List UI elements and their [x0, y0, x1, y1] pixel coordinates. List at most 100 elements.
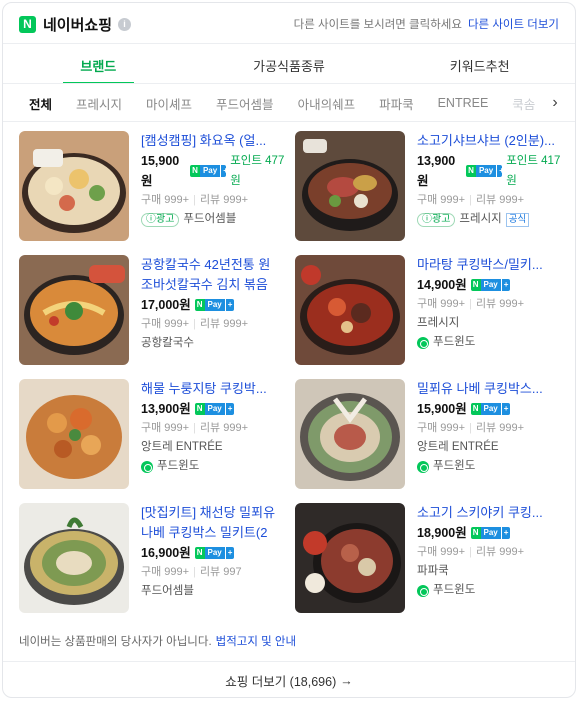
- filter-papacook[interactable]: 파파쿡: [379, 94, 414, 113]
- product-price: 13,900원 N Pay +: [141, 399, 289, 419]
- seller-name[interactable]: 앙트레 ENTRÉE: [141, 438, 223, 457]
- seller-name[interactable]: 푸드어셈블: [183, 210, 236, 229]
- ad-badge[interactable]: ⓘ광고: [417, 212, 456, 227]
- npay-plus-badge: NPay+: [194, 547, 235, 559]
- tab-brand[interactable]: 브랜드: [3, 47, 194, 84]
- product-stats: 구매 999+ | 리뷰 999+: [141, 422, 249, 434]
- other-sites-notice: 다른 사이트를 보시려면 클릭하세요: [293, 19, 462, 31]
- naver-logo-icon: N: [19, 15, 36, 33]
- product-image[interactable]: [19, 131, 129, 241]
- npay-plus-badge: NPay+: [190, 165, 227, 177]
- brand-filter-bar: 전체 프레시지 마이셰프 푸드어셈블 아내의쉐프 파파쿡 ENTREE 쿡솜 ›: [3, 85, 575, 121]
- seller-row: 앙트레 ENTRÉE: [141, 438, 289, 457]
- ad-badge[interactable]: ⓘ광고: [141, 212, 180, 227]
- product-image[interactable]: [19, 503, 129, 613]
- npay-plus-badge: NPay+: [470, 527, 511, 539]
- seller-row: 공항칼국수: [141, 334, 289, 353]
- product-card[interactable]: [맛집키트] 채선당 밀푀유 나베 쿠킹박스 밀키트(2 16,900원 N Pay…: [19, 503, 289, 615]
- product-stats: 구매 999+ | 리뷰 997: [141, 566, 242, 578]
- store-name[interactable]: 푸드윈도: [433, 333, 475, 352]
- seller-row: 파파쿡: [417, 562, 565, 581]
- seller-name[interactable]: 앙트레 ENTRÉE: [417, 438, 499, 457]
- product-price: 15,900원 NPay+ 포인트 477원: [141, 151, 289, 191]
- filter-all[interactable]: 전체: [29, 94, 52, 113]
- filter-wifes-chef[interactable]: 아내의쉐프: [298, 94, 356, 113]
- product-stats: 구매 999+ | 리뷰 999+: [417, 422, 525, 434]
- tab-processed-food-type[interactable]: 가공식품종류: [194, 47, 385, 83]
- product-name[interactable]: 해물 누룽지탕 쿠킹박...: [141, 379, 289, 399]
- divider: [3, 43, 575, 44]
- product-card[interactable]: 해물 누룽지탕 쿠킹박... 13,900원 N Pay + 구매 999+ | 리뷰 …: [19, 379, 289, 491]
- product-info: 해물 누룽지탕 쿠킹박... 13,900원 N Pay + 구매 999+ | 리뷰 …: [141, 379, 289, 476]
- seller-name[interactable]: 파파쿡: [417, 562, 449, 581]
- product-card[interactable]: 마라탕 쿠킹박스/밀키... 14,900원 N Pay + 구매 999+ | 리뷰 …: [295, 255, 565, 367]
- legal-notice-link[interactable]: 법적고지 및 안내: [216, 636, 296, 648]
- product-name[interactable]: 공항칼국수 42년전통 원 조바섯칼국수 김치 볶음: [141, 255, 289, 295]
- seller-row: 푸드어셈블: [141, 582, 289, 601]
- seller-name[interactable]: 프레시지: [459, 210, 501, 229]
- shopping-more-button[interactable]: 쇼핑 더보기 (18,696) →: [3, 661, 575, 697]
- product-image[interactable]: [295, 503, 405, 613]
- npay-plus-badge: NPay+: [466, 165, 503, 177]
- seller-row: ⓘ광고 푸드어셈블: [141, 210, 289, 229]
- seller-row: 프레시지: [417, 314, 565, 333]
- product-image[interactable]: [295, 255, 405, 365]
- npay-plus-badge: NPay+: [470, 279, 511, 291]
- chevron-right-icon[interactable]: ›: [535, 85, 575, 121]
- section-title[interactable]: 네이버쇼핑: [43, 14, 112, 35]
- info-icon[interactable]: i: [118, 17, 132, 31]
- product-name[interactable]: [맛집키트] 채선당 밀푀유 나베 쿠킹박스 밀키트(2: [141, 503, 289, 543]
- product-info: 공항칼국수 42년전통 원 조바섯칼국수 김치 볶음 17,000원 N Pay + …: [141, 255, 289, 353]
- other-sites-link[interactable]: 다른 사이트 더보기: [468, 16, 559, 32]
- food-window-icon: [417, 460, 429, 473]
- seller-row: 앙트레 ENTRÉE: [417, 438, 565, 457]
- product-price: 14,900원 N Pay +: [417, 275, 565, 295]
- product-card[interactable]: 공항칼국수 42년전통 원 조바섯칼국수 김치 볶음 17,000원 N Pay + …: [19, 255, 289, 367]
- product-name[interactable]: 소고기 스키야키 쿠킹...: [417, 503, 565, 523]
- product-info: 마라탕 쿠킹박스/밀키... 14,900원 N Pay + 구매 999+ | 리뷰 …: [417, 255, 565, 352]
- filter-cooksom[interactable]: 쿡솜: [512, 94, 535, 113]
- product-name[interactable]: [캠성캠핑] 화요옥 (얼...: [141, 131, 289, 151]
- product-image[interactable]: [19, 379, 129, 489]
- product-image[interactable]: [295, 379, 405, 489]
- seller-name[interactable]: 프레시지: [417, 314, 459, 333]
- points-text: 포인트 477원: [230, 155, 285, 187]
- filter-fresheasy[interactable]: 프레시지: [76, 94, 122, 113]
- product-name[interactable]: 소고기샤브샤브 (2인분)...: [417, 131, 565, 151]
- product-image[interactable]: [295, 131, 405, 241]
- product-image[interactable]: [19, 255, 129, 365]
- store-name[interactable]: 푸드윈도: [157, 457, 199, 476]
- filter-entree[interactable]: ENTREE: [438, 96, 489, 110]
- product-stats: 구매 999+ | 리뷰 999+: [417, 298, 525, 310]
- product-stats: 구매 999+ | 리뷰 999+: [141, 318, 249, 330]
- product-name[interactable]: 마라탕 쿠킹박스/밀키...: [417, 255, 565, 275]
- product-card[interactable]: [캠성캠핑] 화요옥 (얼... 15,900원 NPay+ 포인트 477원 …: [19, 131, 289, 243]
- product-card[interactable]: 소고기 스키야키 쿠킹... 18,900원 N Pay + 구매 999+ | 리뷰 …: [295, 503, 565, 615]
- product-price: 16,900원 N Pay +: [141, 543, 289, 563]
- product-info: 밀푀유 나베 쿠킹박스... 15,900원 N Pay + 구매 999+ | 리뷰 …: [417, 379, 565, 476]
- product-card[interactable]: 소고기샤브샤브 (2인분)... 13,900원 NPay+ 포인트 417원 …: [295, 131, 565, 243]
- divider: [3, 121, 575, 122]
- product-price: 17,000원 N Pay +: [141, 295, 289, 315]
- product-info: [캠성캠핑] 화요옥 (얼... 15,900원 NPay+ 포인트 477원 …: [141, 131, 289, 229]
- food-window-icon: [417, 336, 429, 349]
- product-name[interactable]: 밀푀유 나베 쿠킹박스...: [417, 379, 565, 399]
- seller-name[interactable]: 공항칼국수: [141, 334, 194, 353]
- legal-notice: 네이버는 상품판매의 당사자가 아닙니다. 법적고지 및 안내: [19, 636, 297, 648]
- filter-food-assemble[interactable]: 푸드어셈블: [216, 94, 274, 113]
- store-name[interactable]: 푸드윈도: [433, 581, 475, 600]
- seller-name[interactable]: 푸드어셈블: [141, 582, 194, 601]
- store-row: 푸드윈도: [417, 581, 565, 600]
- product-card[interactable]: 밀푀유 나베 쿠킹박스... 15,900원 N Pay + 구매 999+ | 리뷰 …: [295, 379, 565, 491]
- npay-plus-badge: NPay+: [194, 403, 235, 415]
- filter-mychef[interactable]: 마이셰프: [146, 94, 192, 113]
- tab-keyword-recommend[interactable]: 키워드추천: [384, 47, 575, 83]
- food-window-icon: [417, 584, 429, 597]
- product-info: 소고기 스키야키 쿠킹... 18,900원 N Pay + 구매 999+ | 리뷰 …: [417, 503, 565, 600]
- store-name[interactable]: 푸드윈도: [433, 457, 475, 476]
- shopping-header: N 네이버쇼핑 i 다른 사이트를 보시려면 클릭하세요 다른 사이트 더보기: [19, 11, 559, 37]
- product-price: 15,900원 N Pay +: [417, 399, 565, 419]
- official-badge: 공식: [505, 212, 530, 227]
- product-stats: 구매 999+ | 리뷰 999+: [141, 194, 249, 206]
- product-stats: 구매 999+ | 리뷰 999+: [417, 546, 525, 558]
